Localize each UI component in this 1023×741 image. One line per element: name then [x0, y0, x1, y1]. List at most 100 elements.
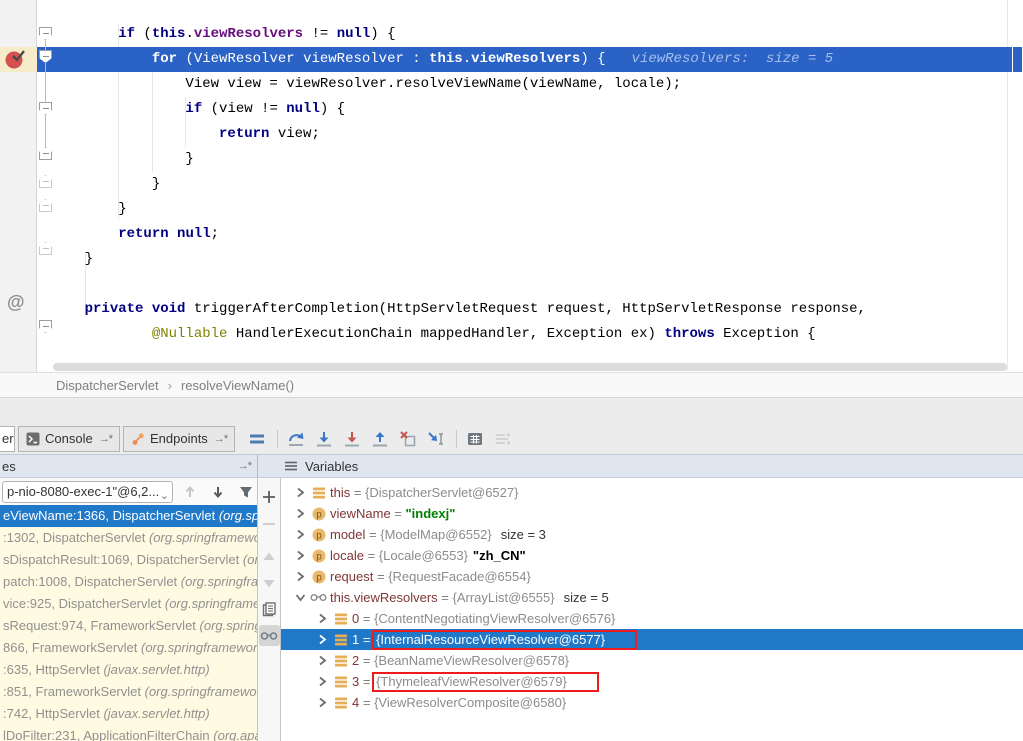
hamburger-menu-button[interactable]	[247, 429, 267, 449]
remove-watch-button	[259, 513, 280, 534]
frame-row[interactable]: lDoFilter:231, ApplicationFilterChain (o…	[0, 725, 257, 741]
expand-chevron-icon[interactable]	[314, 695, 331, 710]
frame-row[interactable]: sRequest:974, FrameworkServlet (org.spri…	[0, 615, 257, 637]
variable-row[interactable]: pmodel = {ModelMap@6552}size = 3	[281, 524, 1023, 545]
expand-chevron-icon[interactable]	[314, 611, 331, 626]
expand-chevron-icon[interactable]	[292, 506, 309, 521]
value-bars-icon	[331, 611, 350, 627]
frame-row[interactable]: :742, HttpServlet (javax.servlet.http)	[0, 703, 257, 725]
hamburger-menu-icon[interactable]	[284, 459, 298, 473]
variable-row[interactable]: 1 = {InternalResourceViewResolver@6577}	[281, 629, 1023, 650]
variable-row[interactable]: prequest = {RequestFacade@6554}	[281, 566, 1023, 587]
code-line[interactable]: }	[51, 197, 127, 222]
expand-chevron-icon[interactable]	[314, 674, 331, 689]
variable-row[interactable]: plocale = {Locale@6553}"zh_CN"	[281, 545, 1023, 566]
variable-name: 2	[352, 653, 359, 668]
drop-frame-button[interactable]	[398, 429, 418, 449]
step-over-button[interactable]	[286, 429, 306, 449]
code-line[interactable]: if (this.viewResolvers != null) {	[51, 22, 396, 47]
debug-window-header	[0, 397, 1023, 423]
variable-row[interactable]: 0 = {ContentNegotiatingViewResolver@6576…	[281, 608, 1023, 629]
evaluate-expression-button[interactable]	[465, 429, 485, 449]
variable-row[interactable]: this.viewResolvers = {ArrayList@6555}siz…	[281, 587, 1023, 608]
expand-chevron-icon[interactable]	[292, 485, 309, 500]
endpoints-icon	[131, 432, 145, 446]
debugger-inline-hint: viewResolvers: size = 5	[632, 51, 834, 67]
variable-row[interactable]: pviewName = "indexj"	[281, 503, 1023, 524]
variable-value: {ArrayList@6555}	[452, 590, 554, 605]
code-line[interactable]: return view;	[51, 122, 320, 147]
thread-selector-row: p-nio-8080-exec-1"@6,2... ⌄	[0, 478, 257, 505]
expand-chevron-icon[interactable]	[314, 632, 331, 647]
filter-frames-button[interactable]	[235, 481, 257, 503]
variable-value: {ViewResolverComposite@6580}	[374, 695, 566, 710]
frames-panel-header: es →*	[0, 455, 258, 478]
frame-row[interactable]: :851, FrameworkServlet (org.springframew…	[0, 681, 257, 703]
stepping-toolbar	[247, 429, 521, 449]
tab-endpoints[interactable]: Endpoints →*	[123, 426, 235, 452]
ide-debug-window: if (this.viewResolvers != null) { for (V…	[0, 0, 1023, 741]
previous-frame-button[interactable]	[179, 481, 201, 503]
variable-row[interactable]: this = {DispatcherServlet@6527}	[281, 482, 1023, 503]
toolbar-separator	[456, 430, 457, 448]
tab-console[interactable]: Console →*	[18, 426, 120, 452]
frame-row[interactable]: eViewName:1366, DispatcherServlet (org.s…	[0, 505, 257, 527]
variable-name: locale	[330, 548, 364, 563]
breadcrumb-method[interactable]: resolveViewName()	[181, 378, 294, 393]
code-line[interactable]: }	[51, 172, 160, 197]
frames-list: eViewName:1366, DispatcherServlet (org.s…	[0, 505, 257, 741]
code-line[interactable]: View view = viewResolver.resolveViewName…	[51, 72, 681, 97]
frame-row[interactable]: :635, HttpServlet (javax.servlet.http)	[0, 659, 257, 681]
variable-name: request	[330, 569, 373, 584]
thread-dropdown[interactable]: p-nio-8080-exec-1"@6,2... ⌄	[2, 481, 173, 503]
tab-debugger[interactable]: er	[0, 426, 15, 452]
expand-chevron-icon[interactable]	[292, 548, 309, 563]
frame-row[interactable]: patch:1008, DispatcherServlet (org.sprin…	[0, 571, 257, 593]
variable-value: {BeanNameViewResolver@6578}	[374, 653, 569, 668]
variable-value: {ContentNegotiatingViewResolver@6576}	[374, 611, 615, 626]
code-line[interactable]: }	[51, 247, 93, 272]
show-watches-button[interactable]	[259, 625, 280, 646]
frame-row[interactable]: sDispatchResult:1069, DispatcherServlet …	[0, 549, 257, 571]
run-to-cursor-button[interactable]	[426, 429, 446, 449]
frame-row[interactable]: :1302, DispatcherServlet (org.springfram…	[0, 527, 257, 549]
frame-row[interactable]: vice:925, DispatcherServlet (org.springf…	[0, 593, 257, 615]
variables-panel: this = {DispatcherServlet@6527}pviewName…	[281, 478, 1023, 741]
debug-toolbar-row: er Console →* Endpoints →*	[0, 423, 1023, 455]
frame-row[interactable]: 866, FrameworkServlet (org.springframewo…	[0, 637, 257, 659]
variable-row[interactable]: 4 = {ViewResolverComposite@6580}	[281, 692, 1023, 713]
variable-name: 1	[352, 632, 359, 647]
step-into-button[interactable]	[314, 429, 334, 449]
breadcrumb-class[interactable]: DispatcherServlet	[56, 378, 159, 393]
expand-chevron-icon[interactable]	[314, 653, 331, 668]
parameter-icon: p	[309, 569, 328, 585]
expand-chevron-icon[interactable]	[292, 569, 309, 584]
watch-glasses-icon	[309, 591, 328, 604]
execution-code-line[interactable]: for (ViewResolver viewResolver : this.vi…	[51, 47, 833, 72]
code-line[interactable]: }	[51, 147, 194, 172]
verified-breakpoint-icon[interactable]	[4, 47, 28, 71]
code-line[interactable]: @Nullable HandlerExecutionChain mappedHa…	[51, 322, 816, 347]
horizontal-scrollbar[interactable]	[53, 363, 1007, 371]
duplicate-watch-button[interactable]	[259, 598, 280, 619]
step-out-button[interactable]	[370, 429, 390, 449]
code-line[interactable]: private void triggerAfterCompletion(Http…	[51, 297, 866, 322]
variable-row[interactable]: 3 = {ThymeleafViewResolver@6579}	[281, 671, 1023, 692]
svg-text:p: p	[316, 551, 322, 562]
variable-row[interactable]: 2 = {BeanNameViewResolver@6578}	[281, 650, 1023, 671]
variable-value-red-annotation: {ThymeleafViewResolver@6579}	[372, 672, 599, 692]
parameter-icon: p	[309, 506, 328, 522]
editor-gutter[interactable]: @	[0, 0, 37, 372]
code-line[interactable]: return null;	[51, 222, 219, 247]
variable-value-red-annotation: {InternalResourceViewResolver@6577}	[372, 630, 637, 650]
expand-chevron-icon[interactable]	[292, 527, 309, 542]
variable-string-preview: "zh_CN"	[473, 548, 526, 563]
code-editor[interactable]: if (this.viewResolvers != null) { for (V…	[0, 0, 1023, 372]
next-frame-button[interactable]	[207, 481, 229, 503]
collapse-chevron-icon[interactable]	[292, 590, 309, 605]
add-watch-button[interactable]	[259, 486, 280, 507]
force-step-into-button[interactable]	[342, 429, 362, 449]
chevron-down-icon: ⌄	[160, 486, 169, 503]
code-line[interactable]: if (view != null) {	[51, 97, 345, 122]
pin-icon: →*	[99, 433, 112, 445]
